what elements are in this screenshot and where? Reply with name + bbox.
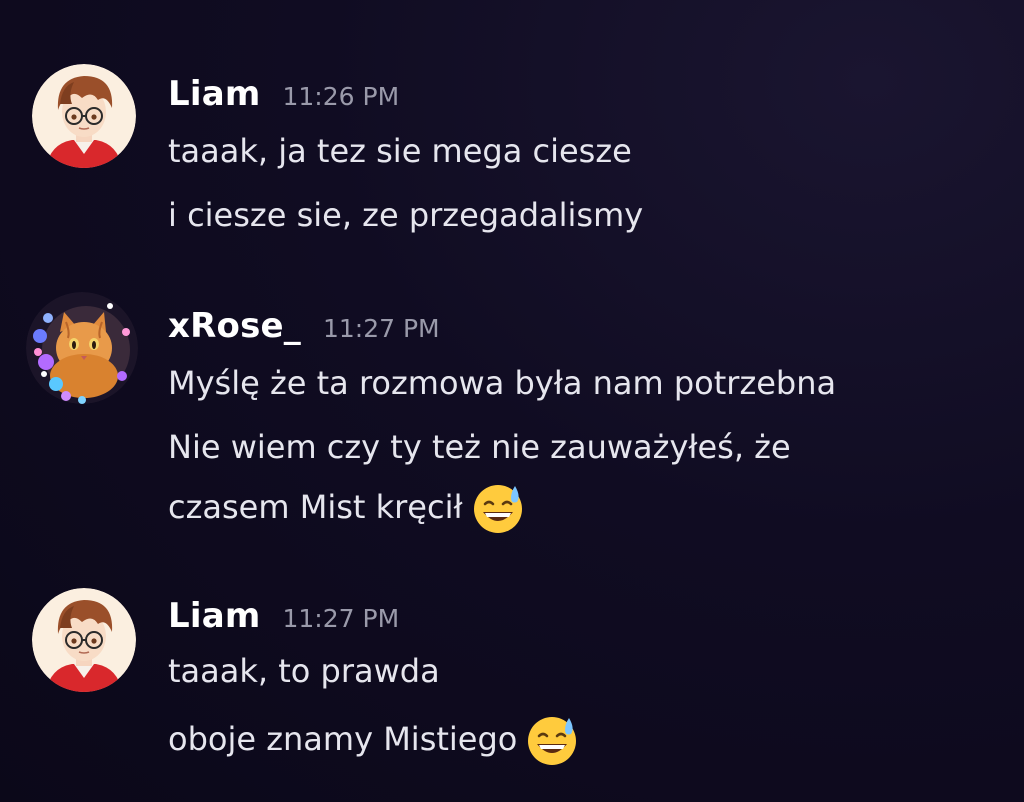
username[interactable]: Liam (168, 596, 261, 636)
message-line: taaak, to prawda (168, 652, 440, 690)
message-text: Nie wiem czy ty też nie zauważyłeś, że (168, 428, 791, 466)
previous-message-partial (168, 0, 828, 10)
message-line: taaak, ja tez sie mega ciesze (168, 132, 632, 170)
message-text: czasem Mist kręcił (168, 480, 525, 534)
timestamp: 11:27 PM (322, 314, 440, 343)
message-line: Nie wiem czy ty też nie zauważyłeś, że (168, 428, 791, 466)
message-line: i ciesze sie, ze przegadalismy (168, 196, 644, 234)
timestamp: 11:27 PM (282, 604, 400, 633)
message-text: Myślę że ta rozmowa była nam potrzebna (168, 364, 836, 402)
message-text: oboje znamy Mistiego (168, 712, 579, 766)
anime-boy-glasses-avatar-icon (32, 64, 136, 168)
message-header: Liam 11:27 PM (168, 596, 399, 636)
anime-boy-glasses-avatar-icon (32, 588, 136, 692)
username[interactable]: Liam (168, 74, 261, 114)
message-header: xRose_ 11:27 PM (168, 306, 440, 346)
timestamp: 11:26 PM (282, 82, 400, 111)
message-line: czasem Mist kręcił (168, 488, 463, 526)
message-text: i ciesze sie, ze przegadalismy (168, 196, 643, 234)
user-avatar[interactable] (26, 292, 138, 404)
message-line: Myślę że ta rozmowa była nam potrzebna (168, 364, 837, 402)
message-text: taaak, to prawda (168, 652, 440, 690)
grinning-face-with-sweat-emoji-icon (525, 712, 579, 766)
grinning-face-with-sweat-emoji-icon (471, 480, 525, 534)
message-text: taaak, ja tez sie mega ciesze (168, 132, 632, 170)
message-header: Liam 11:26 PM (168, 74, 399, 114)
username[interactable]: xRose_ (168, 306, 301, 346)
orange-cat-flowers-avatar-icon (26, 292, 138, 404)
user-avatar[interactable] (32, 588, 136, 692)
user-avatar[interactable] (32, 64, 136, 168)
message-line: oboje znamy Mistiego (168, 720, 518, 758)
chat-messages: Liam 11:26 PM taaak, ja tez sie mega cie… (0, 0, 1024, 802)
